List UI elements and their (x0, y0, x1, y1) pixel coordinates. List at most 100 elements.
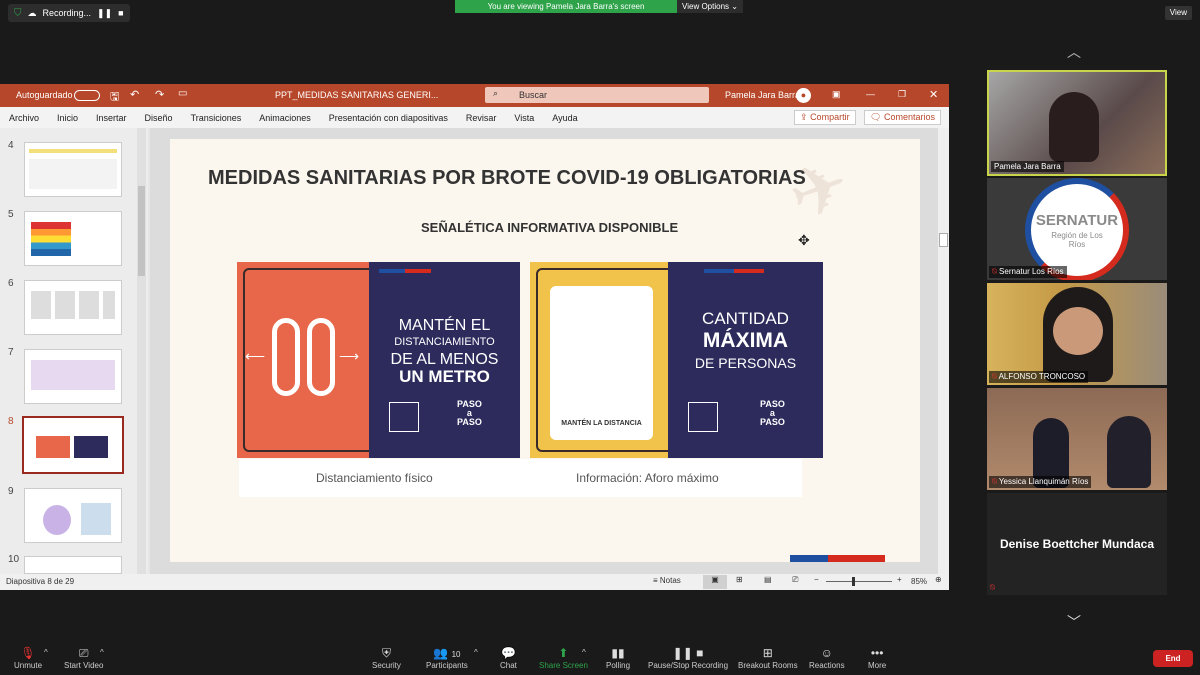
notes-label: Notas (659, 576, 681, 585)
muted-mic-icon: ⍉ (992, 477, 997, 486)
participant-tile-denise[interactable]: Denise Boettcher Mundaca ⍉ (987, 493, 1167, 595)
breakout-rooms-label: Breakout Rooms (738, 661, 798, 670)
current-slide[interactable]: ✈ MEDIDAS SANITARIAS POR BROTE COVID-19 … (170, 139, 920, 562)
restore-icon[interactable]: ❐ (898, 89, 906, 100)
unmute-button[interactable]: 🎙 Unmute (14, 646, 42, 670)
card2-line2: MÁXIMA (702, 329, 789, 352)
reactions-button[interactable]: ☺ Reactions (809, 646, 845, 670)
pause-stop-recording-button[interactable]: ❚❚ ■ Pause/Stop Recording (648, 646, 728, 670)
ribbon-display-icon[interactable]: ▣ (832, 89, 841, 100)
search-box[interactable]: ⌕ Buscar (485, 87, 709, 103)
video-options-caret-icon[interactable]: ^ (100, 648, 104, 657)
file-title: PPT_MEDIDAS SANITARIAS GENERI... (275, 90, 439, 100)
share-button[interactable]: ⇪ Compartir (794, 110, 856, 125)
start-video-button[interactable]: ⎚ Start Video (64, 646, 103, 670)
tab-presentacion[interactable]: Presentación con diapositivas (320, 113, 457, 123)
zoom-in-icon[interactable]: + (897, 575, 902, 584)
meeting-toolbar: 🎙 Unmute ^ ⎚ Start Video ^ ⛨ Security 👥 … (0, 642, 1200, 675)
scroll-up-icon[interactable]: ︿ (1067, 42, 1081, 62)
footprints-icon (272, 318, 300, 396)
slide-scrollbar[interactable] (938, 128, 949, 574)
share-screen-label: Share Screen (539, 661, 588, 670)
participants-button[interactable]: 👥 10 Participants (426, 646, 468, 670)
avatar[interactable]: ● (796, 88, 811, 103)
participant-tile-pamela[interactable]: Pamela Jara Barra (987, 70, 1167, 176)
fit-slide-icon[interactable]: ⊕ (935, 575, 942, 584)
slide-thumbnail-6[interactable] (24, 280, 122, 335)
government-logo (688, 402, 718, 432)
slide-thumbnail-4[interactable] (24, 142, 122, 197)
normal-view-icon[interactable]: ▣ (703, 575, 727, 589)
slide-thumbnail-7[interactable] (24, 349, 122, 404)
participant-tile-alfonso[interactable]: ⍉ ALFONSO TRONCOSO (987, 283, 1167, 385)
reading-view-icon[interactable]: ▤ (764, 575, 772, 584)
autosave-label: Autoguardado (16, 90, 73, 100)
pause-icon[interactable]: ❚❚ (97, 8, 112, 19)
participant-video (1053, 307, 1103, 355)
view-options-button[interactable]: View Options ⌄ (677, 0, 743, 13)
tab-archivo[interactable]: Archivo (0, 113, 48, 123)
breakout-rooms-button[interactable]: ⊞ Breakout Rooms (738, 646, 798, 670)
slide-thumbnail-9[interactable] (24, 488, 122, 543)
stop-icon[interactable]: ■ (118, 8, 123, 18)
card1-line3: DE AL MENOS (390, 351, 499, 368)
government-logo (389, 402, 419, 432)
present-icon[interactable]: ▭ (178, 88, 187, 99)
save-icon[interactable]: 🖫 (110, 88, 119, 107)
view-button[interactable]: View (1164, 6, 1192, 20)
slide-thumbnail-10[interactable] (24, 556, 122, 574)
slideshow-icon[interactable]: ⎚ (792, 575, 798, 585)
paso-logo-text: PASO (760, 417, 785, 427)
tab-revisar[interactable]: Revisar (457, 113, 506, 123)
participant-tile-sernatur[interactable]: SERNATUR Región de Los Ríos ⍉ Sernatur L… (987, 178, 1167, 280)
recording-indicator[interactable]: ⛉ ☁ Recording... ❚❚ ■ (8, 4, 130, 22)
user-name: Pamela Jara Barra (725, 90, 801, 100)
slide-thumbnail-8-selected[interactable] (22, 416, 124, 474)
polling-button[interactable]: ▮▮ Polling (606, 646, 630, 670)
tab-insertar[interactable]: Insertar (87, 113, 136, 123)
paso-logo-text: PASO (457, 417, 482, 427)
participant-name: Sernatur Los Ríos (999, 267, 1064, 276)
thumb-number: 5 (8, 209, 14, 220)
autosave-toggle[interactable] (74, 90, 100, 101)
redo-icon[interactable]: ↷ (155, 88, 164, 101)
participant-tile-yessica[interactable]: ⍉ Yessica Llanquimán Ríos (987, 388, 1167, 490)
comments-label: Comentarios (883, 112, 935, 122)
zoom-out-icon[interactable]: − (814, 575, 819, 584)
caption-distancing: Distanciamiento físico (316, 471, 433, 485)
tab-ayuda[interactable]: Ayuda (543, 113, 586, 123)
slide-sorter-icon[interactable]: ⊞ (736, 575, 743, 584)
bar-chart-icon: ▮▮ (611, 646, 625, 660)
minimize-icon[interactable]: — (866, 89, 875, 99)
card1-line1: MANTÉN EL (398, 317, 491, 334)
close-icon[interactable]: ✕ (929, 88, 938, 101)
tab-inicio[interactable]: Inicio (48, 113, 87, 123)
share-screen-button[interactable]: ⬆ Share Screen (539, 646, 588, 670)
participants-caret-icon[interactable]: ^ (474, 648, 478, 657)
chat-button[interactable]: 💬 Chat (500, 646, 517, 670)
pause-stop-recording-label: Pause/Stop Recording (648, 661, 729, 670)
zoom-slider[interactable] (826, 577, 892, 586)
more-button[interactable]: ••• More (868, 646, 886, 670)
thumbnail-scrollbar[interactable] (137, 128, 146, 574)
tab-animaciones[interactable]: Animaciones (250, 113, 320, 123)
slide-thumbnail-5[interactable] (24, 211, 122, 266)
right-arrow-icon: ⟶ (339, 348, 360, 364)
search-icon: ⌕ (493, 88, 499, 98)
tab-vista[interactable]: Vista (505, 113, 543, 123)
end-meeting-button[interactable]: End (1153, 650, 1193, 667)
notes-button[interactable]: ≡ Notas (653, 576, 681, 585)
undo-icon[interactable]: ↶ (130, 88, 139, 101)
audio-options-caret-icon[interactable]: ^ (44, 648, 48, 657)
comment-icon: 🗨 (870, 112, 882, 122)
shield-icon: ⛨ (381, 646, 391, 660)
pause-stop-icon: ❚❚ ■ (672, 646, 704, 660)
share-screen-caret-icon[interactable]: ^ (582, 648, 586, 657)
comments-button[interactable]: 🗨 Comentarios (864, 110, 941, 125)
paso-a-paso-logo: PASO a PASO (760, 400, 785, 427)
share-screen-icon: ⬆ (558, 646, 569, 660)
security-button[interactable]: ⛨ Security (372, 646, 401, 670)
scroll-down-icon[interactable]: ﹀ (1067, 612, 1081, 632)
tab-transiciones[interactable]: Transiciones (182, 113, 251, 123)
tab-diseno[interactable]: Diseño (136, 113, 182, 123)
